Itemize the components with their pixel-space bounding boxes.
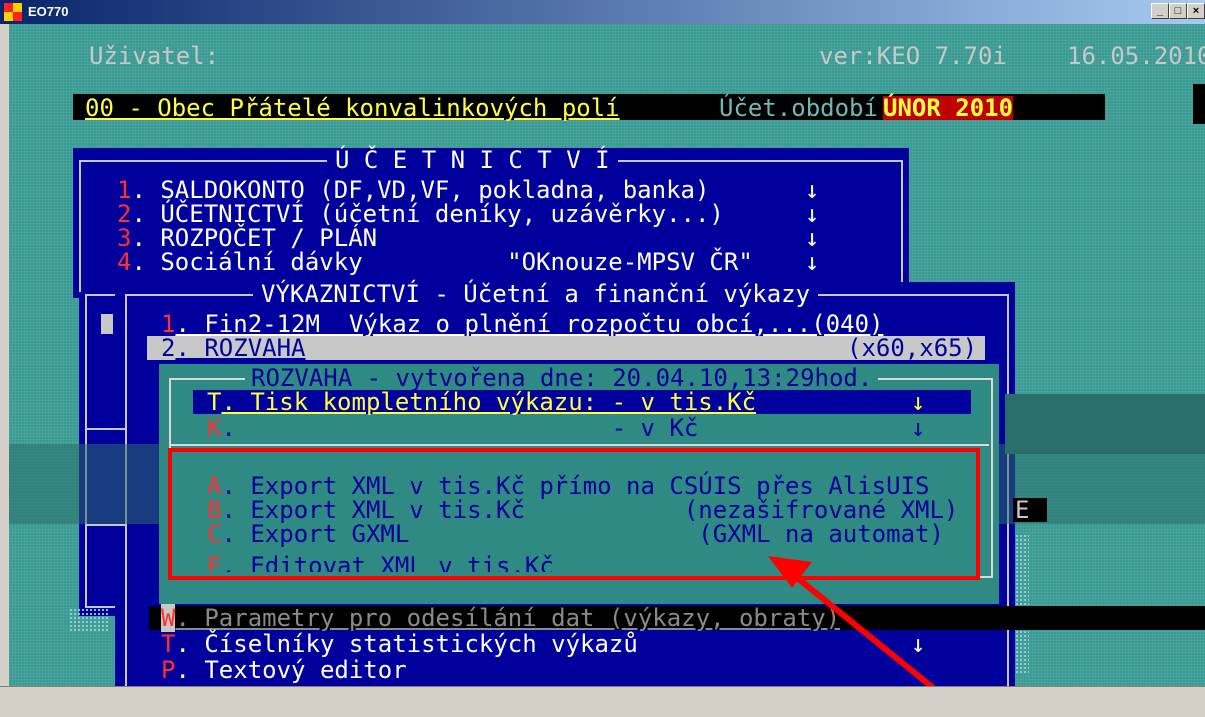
arrow-annotation xyxy=(768,556,970,716)
status-bar xyxy=(0,686,1205,717)
